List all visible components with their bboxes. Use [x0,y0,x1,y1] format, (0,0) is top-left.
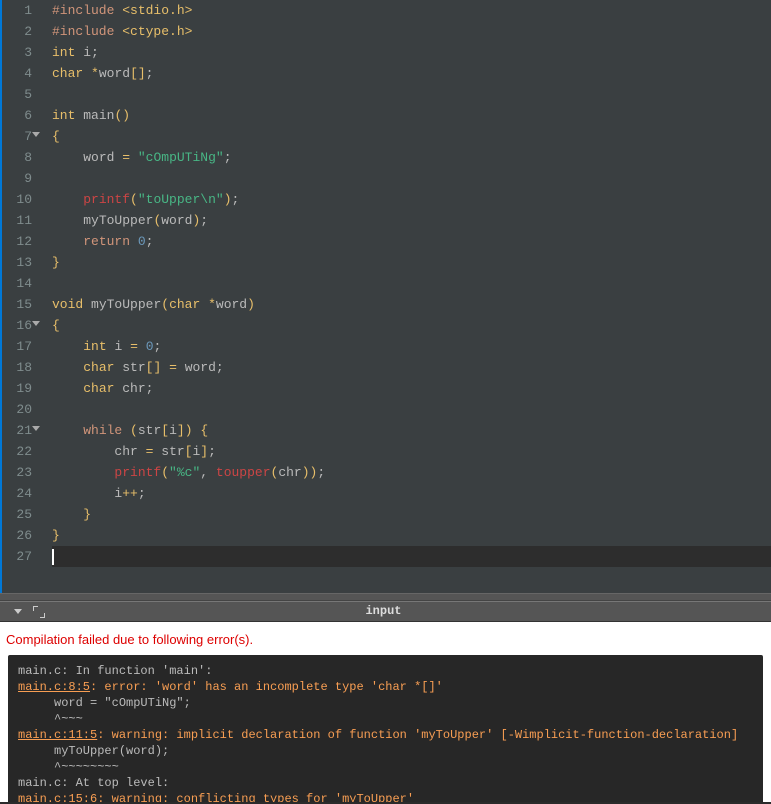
compiler-output-line: main.c:11:5: warning: implicit declarati… [18,727,753,743]
compiler-output-line: main.c: At top level: [18,775,753,791]
line-number: 2 [0,21,32,42]
compiler-output-line: word = "cOmpUTiNg"; [18,695,753,711]
compiler-output-line: ^~~~ [18,711,753,727]
line-number: 21 [0,420,32,441]
code-line[interactable]: return 0; [52,231,771,252]
line-number: 12 [0,231,32,252]
code-area[interactable]: #include <stdio.h>#include <ctype.h>int … [42,0,771,593]
console-title: input [44,601,723,622]
code-line[interactable]: int main() [52,105,771,126]
code-line[interactable]: word = "cOmpUTiNg"; [52,147,771,168]
line-number: 5 [0,84,32,105]
line-number: 23 [0,462,32,483]
code-line[interactable] [52,273,771,294]
line-number: 20 [0,399,32,420]
line-number: 3 [0,42,32,63]
code-line[interactable]: while (str[i]) { [52,420,771,441]
line-number: 19 [0,378,32,399]
code-line[interactable]: #include <stdio.h> [52,0,771,21]
line-number: 10 [0,189,32,210]
console-header: input [0,601,771,622]
code-line[interactable]: #include <ctype.h> [52,21,771,42]
compiler-output-line: main.c:15:6: warning: conflicting types … [18,791,753,802]
code-line[interactable] [52,168,771,189]
code-line[interactable]: chr = str[i]; [52,441,771,462]
code-line[interactable]: { [52,126,771,147]
compiler-output-line: myToUpper(word); [18,743,753,759]
code-line[interactable]: { [52,315,771,336]
code-line[interactable] [52,399,771,420]
line-number: 6 [0,105,32,126]
line-number: 15 [0,294,32,315]
code-line[interactable]: myToUpper(word); [52,210,771,231]
error-location-link[interactable]: main.c:15:6 [18,792,97,802]
code-line[interactable]: } [52,504,771,525]
line-number: 26 [0,525,32,546]
code-line[interactable]: printf("toUpper\n"); [52,189,771,210]
fold-arrow-icon[interactable] [32,426,40,431]
error-location-link[interactable]: main.c:11:5 [18,728,97,742]
line-number: 27 [0,546,32,567]
compiler-output-line: main.c:8:5: error: 'word' has an incompl… [18,679,753,695]
line-number: 16 [0,315,32,336]
code-line[interactable]: char chr; [52,378,771,399]
line-number: 1 [0,0,32,21]
code-line[interactable]: i++; [52,483,771,504]
text-cursor [52,549,54,565]
fold-arrow-icon[interactable] [32,132,40,137]
line-number-gutter: 1234567891011121314151617181920212223242… [0,0,42,593]
code-line[interactable]: void myToUpper(char *word) [52,294,771,315]
collapse-console-icon[interactable] [14,609,22,614]
code-line[interactable]: int i; [52,42,771,63]
line-number: 17 [0,336,32,357]
code-line[interactable]: } [52,525,771,546]
line-number: 11 [0,210,32,231]
line-number: 14 [0,273,32,294]
code-editor[interactable]: 1234567891011121314151617181920212223242… [0,0,771,593]
line-number: 8 [0,147,32,168]
line-number: 25 [0,504,32,525]
error-location-link[interactable]: main.c:8:5 [18,680,90,694]
line-number: 22 [0,441,32,462]
line-number: 4 [0,63,32,84]
code-line[interactable]: int i = 0; [52,336,771,357]
compiler-output[interactable]: main.c: In function 'main':main.c:8:5: e… [8,655,763,802]
line-number: 24 [0,483,32,504]
code-line[interactable]: printf("%c", toupper(chr)); [52,462,771,483]
code-line[interactable]: } [52,252,771,273]
code-line[interactable]: char *word[]; [52,63,771,84]
line-number: 9 [0,168,32,189]
pane-divider[interactable] [0,593,771,601]
fold-arrow-icon[interactable] [32,321,40,326]
line-number: 7 [0,126,32,147]
compilation-error-banner: Compilation failed due to following erro… [0,622,771,655]
code-line[interactable] [52,546,771,567]
code-line[interactable]: char str[] = word; [52,357,771,378]
compiler-output-line: ^~~~~~~~~ [18,759,753,775]
code-line[interactable] [52,84,771,105]
console-body: Compilation failed due to following erro… [0,622,771,802]
line-number: 18 [0,357,32,378]
compiler-output-line: main.c: In function 'main': [18,663,753,679]
fullscreen-console-icon[interactable] [34,607,44,617]
line-number: 13 [0,252,32,273]
